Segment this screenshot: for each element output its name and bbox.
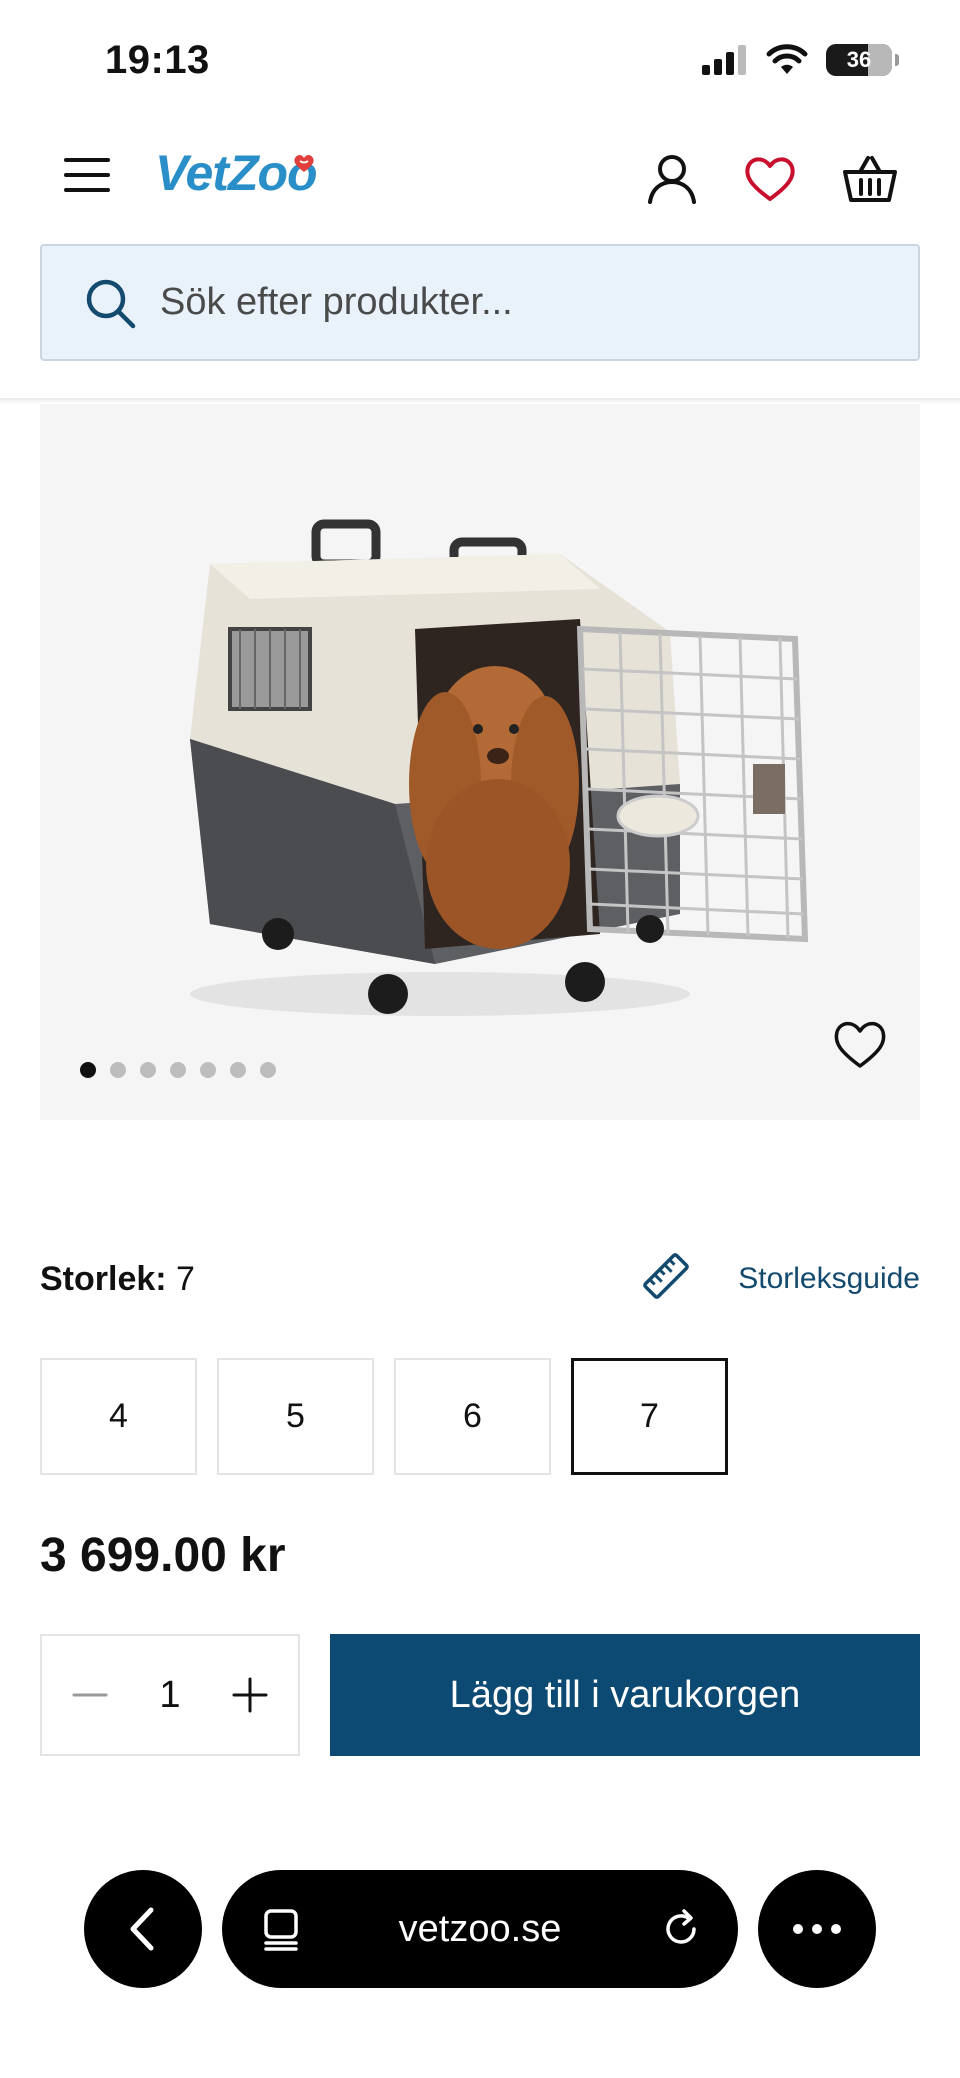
favorites-heart-icon[interactable] <box>742 150 798 206</box>
product-image-carousel[interactable] <box>40 404 920 1120</box>
product-price: 3 699.00 kr <box>40 1529 286 1582</box>
carousel-dot[interactable] <box>200 1062 216 1078</box>
search-bar[interactable] <box>40 244 920 361</box>
minus-icon[interactable] <box>68 1673 112 1717</box>
account-icon[interactable] <box>644 150 700 206</box>
carousel-dot[interactable] <box>140 1062 156 1078</box>
more-options-button[interactable] <box>758 1870 876 1988</box>
status-time: 19:13 <box>105 38 210 82</box>
status-bar: 19:13 36 <box>0 0 960 120</box>
menu-icon[interactable] <box>62 154 112 196</box>
basket-icon[interactable] <box>842 150 898 206</box>
reload-icon[interactable] <box>660 1907 704 1951</box>
ellipsis-icon <box>793 1924 841 1934</box>
browser-back-button[interactable] <box>84 1870 202 1988</box>
battery-icon: 36 <box>826 44 899 76</box>
carousel-dot[interactable] <box>230 1062 246 1078</box>
quantity-value[interactable]: 1 <box>159 1674 180 1717</box>
add-to-favorites-heart-icon[interactable] <box>830 1014 890 1074</box>
logo-heart-icon <box>294 155 314 172</box>
carousel-dots <box>80 1062 276 1078</box>
battery-percent: 36 <box>846 47 872 72</box>
size-guide-link[interactable]: Storleksguide <box>738 1262 920 1296</box>
size-option-4[interactable]: 4 <box>40 1358 197 1475</box>
selected-size-value: 7 <box>176 1260 195 1298</box>
plus-icon[interactable] <box>228 1673 272 1717</box>
size-option-5[interactable]: 5 <box>217 1358 374 1475</box>
address-bar[interactable]: vetzoo.se <box>222 1870 738 1988</box>
status-icons: 36 <box>702 44 899 76</box>
size-label: Storlek: <box>40 1260 167 1298</box>
size-option-6[interactable]: 6 <box>394 1358 551 1475</box>
carousel-dot[interactable] <box>110 1062 126 1078</box>
chevron-left-icon <box>130 1907 154 1951</box>
size-option-7[interactable]: 7 <box>571 1358 728 1475</box>
ruler-icon[interactable] <box>640 1250 692 1302</box>
carousel-dot[interactable] <box>80 1062 96 1078</box>
cellular-signal-icon <box>702 45 746 75</box>
battery-level <box>868 44 892 76</box>
site-header: VetZoo <box>0 120 960 230</box>
search-input[interactable] <box>160 281 860 324</box>
wifi-icon <box>766 44 808 74</box>
browser-toolbar: vetzoo.se <box>0 1870 960 2000</box>
size-options: 4 5 6 7 <box>40 1358 728 1475</box>
product-photo-dog-crate <box>190 519 809 1016</box>
carousel-dot[interactable] <box>260 1062 276 1078</box>
quantity-stepper: 1 <box>40 1634 300 1756</box>
carousel-dot[interactable] <box>170 1062 186 1078</box>
size-row: Storlek: 7 Storleksguide <box>40 1250 920 1310</box>
url-text: vetzoo.se <box>398 1907 562 1950</box>
search-icon <box>86 279 136 328</box>
tabs-icon[interactable] <box>260 1907 304 1951</box>
add-to-cart-button[interactable]: Lägg till i varukorgen <box>330 1634 920 1756</box>
